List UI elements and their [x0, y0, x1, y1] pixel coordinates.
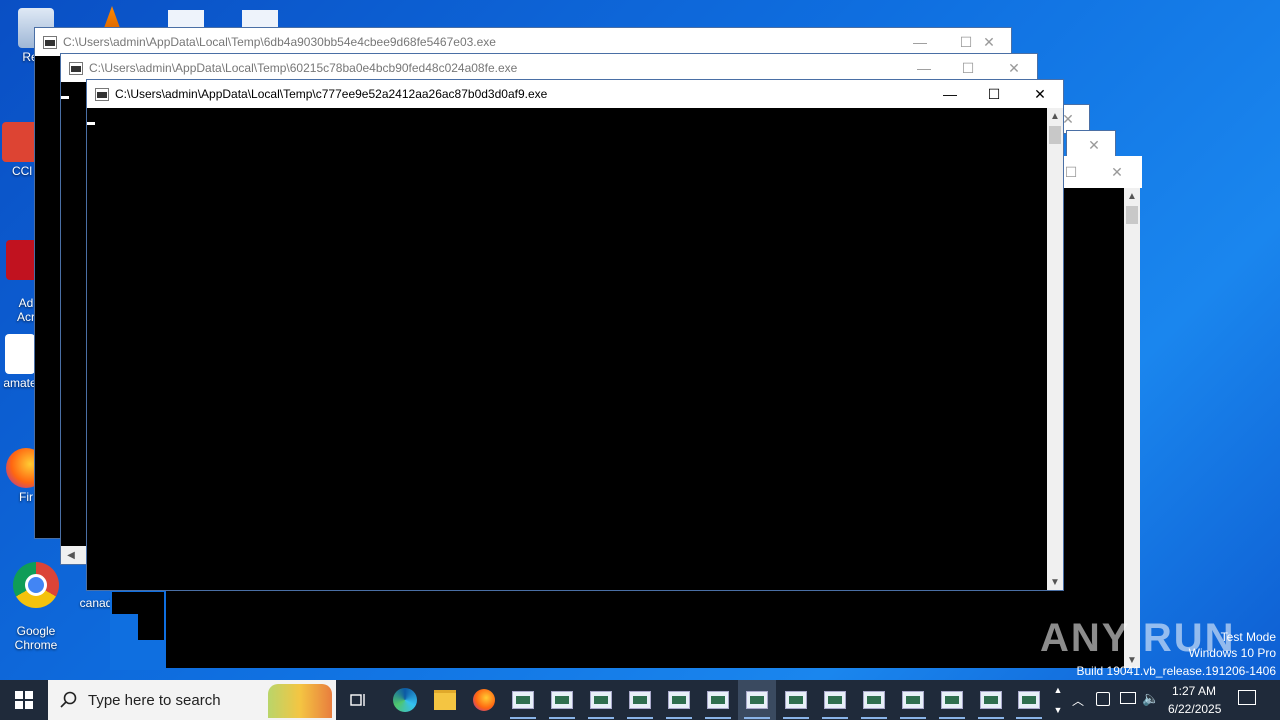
scroll-thumb[interactable] [1049, 126, 1061, 144]
window-title: C:\Users\admin\AppData\Local\Temp\60215c… [89, 61, 518, 75]
notification-icon[interactable] [1238, 690, 1256, 705]
vertical-scrollbar[interactable]: ▲ ▼ [1047, 108, 1063, 590]
console-app-icon [746, 691, 768, 709]
console-taskbar-button[interactable] [894, 680, 932, 720]
search-box[interactable]: Type here to search [48, 680, 336, 720]
console-app-icon [551, 691, 573, 709]
console-app-icon [512, 691, 534, 709]
taskbar: Type here to search ▲ ▼ ︿ 🔈 1:27 AM 6/22/… [0, 680, 1280, 720]
title-bar[interactable]: C:\Users\admin\AppData\Local\Temp\c777ee… [87, 80, 1063, 108]
console-taskbar-button[interactable] [543, 680, 581, 720]
document-icon [5, 334, 35, 374]
vlc-icon[interactable] [104, 6, 120, 28]
vertical-scrollbar[interactable]: ▲ ▼ [1124, 188, 1140, 668]
scroll-up-icon[interactable]: ▲ [1047, 108, 1063, 124]
maximize-button[interactable]: ☐ [971, 80, 1017, 108]
scroll-up-icon[interactable]: ▲ [1124, 188, 1140, 204]
console-taskbar-button-active[interactable] [738, 680, 776, 720]
console-window-active[interactable]: C:\Users\admin\AppData\Local\Temp\c777ee… [86, 79, 1064, 591]
taskbar-scroll[interactable]: ▲ ▼ [1050, 680, 1066, 720]
clock-time[interactable]: 1:27 AM [1172, 684, 1216, 698]
chrome-icon [13, 562, 59, 608]
minimize-button[interactable]: — [927, 80, 973, 108]
search-highlight-image [268, 684, 332, 718]
task-view-button[interactable] [340, 680, 378, 720]
console-app-icon [629, 691, 651, 709]
console-taskbar-button[interactable] [660, 680, 698, 720]
desktop-icon-label: Google Chrome [14, 624, 58, 652]
firefox-taskbar-button[interactable] [465, 680, 503, 720]
windows-logo-icon [15, 691, 33, 709]
show-hidden-icons-button[interactable]: ︿ [1072, 692, 1084, 709]
windows-edition-text: Windows 10 Pro [1188, 646, 1276, 660]
test-mode-text: Test Mode [1220, 630, 1276, 644]
console-taskbar-button[interactable] [972, 680, 1010, 720]
scroll-thumb[interactable] [1126, 206, 1138, 224]
console-app-icon [95, 88, 109, 101]
folder-icon [434, 690, 456, 710]
console-area[interactable] [87, 108, 1047, 590]
console-app-icon [824, 691, 846, 709]
minimize-button[interactable]: — [897, 28, 943, 56]
console-taskbar-button[interactable] [504, 680, 542, 720]
edge-taskbar-button[interactable] [386, 680, 424, 720]
console-taskbar-button[interactable] [1010, 680, 1048, 720]
close-button[interactable]: ✕ [1071, 131, 1117, 159]
clock-date[interactable]: 6/22/2025 [1168, 702, 1221, 716]
window-title: C:\Users\admin\AppData\Local\Temp\c777ee… [115, 87, 548, 101]
console-app-icon [941, 691, 963, 709]
console-app-icon [43, 36, 57, 49]
window-title: C:\Users\admin\AppData\Local\Temp\6db4a9… [63, 35, 496, 49]
network-icon[interactable] [1096, 692, 1110, 706]
maximize-button[interactable]: ☐ [945, 54, 991, 82]
console-taskbar-button[interactable] [933, 680, 971, 720]
firefox-icon [473, 689, 495, 711]
edge-icon [393, 688, 417, 712]
console-app-icon [707, 691, 729, 709]
text-cursor [61, 96, 69, 99]
minimize-button[interactable]: — [901, 54, 947, 82]
console-taskbar-button[interactable] [855, 680, 893, 720]
horizontal-scrollbar[interactable]: ◀ [61, 546, 87, 564]
start-button[interactable] [0, 680, 48, 720]
text-cursor [87, 122, 95, 125]
console-app-icon [1018, 691, 1040, 709]
scroll-left-icon[interactable]: ◀ [63, 547, 79, 563]
close-button[interactable]: ✕ [1017, 80, 1063, 108]
search-icon [60, 691, 77, 708]
file-explorer-button[interactable] [426, 680, 464, 720]
build-text: Build 19041.vb_release.191206-1406 [1076, 664, 1277, 678]
console-app-icon [785, 691, 807, 709]
console-app-icon [590, 691, 612, 709]
title-bar[interactable]: C:\Users\admin\AppData\Local\Temp\60215c… [61, 54, 1037, 82]
close-button[interactable]: ✕ [1094, 158, 1140, 186]
volume-icon[interactable]: 🔈 [1142, 690, 1159, 707]
console-app-icon [863, 691, 885, 709]
title-bar[interactable]: C:\Users\admin\AppData\Local\Temp\6db4a9… [35, 28, 1011, 56]
console-taskbar-button[interactable] [699, 680, 737, 720]
console-app-icon [69, 62, 83, 75]
console-taskbar-button[interactable] [777, 680, 815, 720]
console-taskbar-button[interactable] [816, 680, 854, 720]
close-button[interactable]: ✕ [991, 54, 1037, 82]
console-app-icon [668, 691, 690, 709]
console-app-icon [902, 691, 924, 709]
console-taskbar-button[interactable] [621, 680, 659, 720]
search-placeholder: Type here to search [88, 692, 221, 709]
console-app-icon [980, 691, 1002, 709]
task-view-icon [350, 694, 365, 706]
scroll-down-icon[interactable]: ▼ [1047, 574, 1063, 590]
network-status-icon[interactable] [1120, 692, 1136, 704]
console-taskbar-button[interactable] [582, 680, 620, 720]
close-button[interactable]: ✕ [967, 28, 1011, 56]
